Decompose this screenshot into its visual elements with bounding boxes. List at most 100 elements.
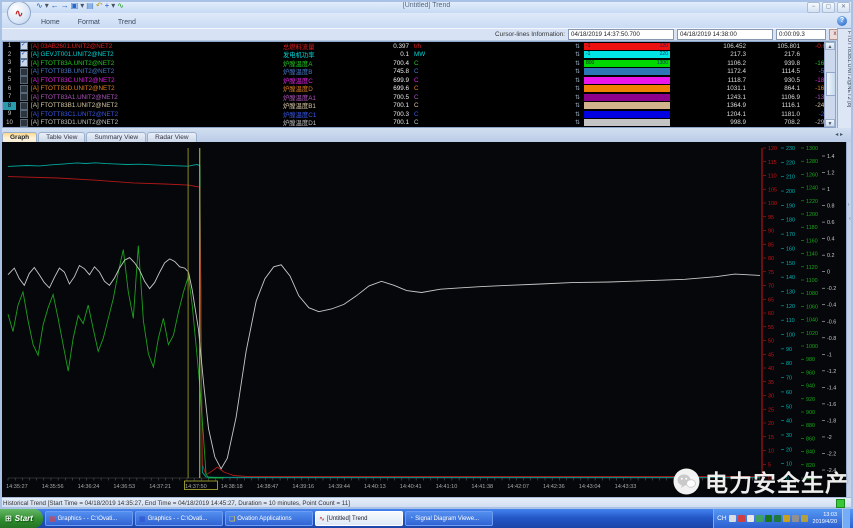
tab-table-view[interactable]: Table View — [38, 132, 85, 142]
y-tick-label: 1200 — [806, 212, 818, 218]
tab-radar-view[interactable]: Radar View — [147, 132, 196, 142]
scale-bar[interactable] — [584, 102, 670, 109]
close-button[interactable]: ✕ — [837, 2, 850, 13]
row-checkbox[interactable] — [20, 68, 28, 76]
scale-icon[interactable]: ⇅ — [571, 77, 584, 84]
table-row[interactable]: 4[A] FTOTT83B.UNIT2@NET2炉膛温度B745.8C⇅1172… — [3, 68, 835, 77]
scale-icon[interactable]: ⇅ — [571, 94, 584, 101]
tab-nav-arrows-icon[interactable]: ◂ ▸ — [835, 131, 843, 138]
table-row[interactable]: 2✓[A] GEVJT001.UNIT2@NET2发电机功率0.1MW⇅-122… — [3, 51, 835, 60]
input-language-indicator[interactable]: CH — [717, 515, 726, 522]
trend-green-icon[interactable]: ∿ — [117, 1, 124, 11]
table-row[interactable]: 6[A] FTOTT83D.UNIT2@NET2炉膛温度D699.6C⇅1031… — [3, 85, 835, 94]
minimize-button[interactable]: − — [807, 2, 820, 13]
row-checkbox[interactable] — [20, 85, 28, 93]
taskbar-button[interactable]: ▦Graphics - - C:\Ovati... — [135, 511, 223, 526]
dropdown-icon[interactable]: ▾ — [45, 1, 49, 11]
add-icon[interactable]: + — [105, 1, 110, 11]
windows-flag-icon: ⊞ — [5, 514, 12, 523]
help-icon[interactable]: ? — [837, 16, 847, 26]
current-value: 0.397 — [365, 43, 409, 50]
row-checkbox[interactable]: ✓ — [20, 51, 28, 59]
tray-printer-icon[interactable] — [729, 515, 736, 522]
forward-arrow-icon[interactable]: → — [61, 1, 69, 11]
y-tick-label: 880 — [806, 423, 815, 429]
ribbon-tab-home[interactable]: Home — [32, 17, 69, 28]
scroll-down-icon[interactable]: ▼ — [825, 119, 835, 127]
table-row[interactable]: 7[A] FTOTT83A1.UNIT2@NET2炉膛温度A1700.5C⇅12… — [3, 93, 835, 102]
scale-bar[interactable] — [584, 94, 670, 101]
scale-max: 1300 — [657, 60, 668, 67]
tray-flag-icon[interactable] — [747, 515, 754, 522]
trend-icon[interactable]: ∿ — [36, 1, 43, 11]
scale-icon[interactable]: ⇅ — [571, 60, 584, 67]
table-row[interactable]: 8[A] FTOTT83B1.UNIT2@NET2炉膛温度B1700.1C⇅13… — [3, 102, 835, 111]
table-scrollbar[interactable]: ▲ ▼ — [824, 42, 835, 127]
tray-orange-icon[interactable] — [783, 515, 790, 522]
start-button[interactable]: ⊞ Start — [0, 509, 43, 528]
scale-bar[interactable] — [584, 111, 670, 118]
right-dock-strip[interactable]: ‹ ‹ ‹ — [846, 142, 853, 497]
ribbon-tab-format[interactable]: Format — [69, 17, 109, 28]
table-row[interactable]: 10[A] FTOTT83D1.UNIT2@NET2炉膛温度D1700.1C⇅9… — [3, 119, 835, 128]
taskbar-button[interactable]: ❏Ovation Applications — [225, 511, 313, 526]
y-tick-label: 1100 — [806, 278, 818, 284]
scrollbar-thumb[interactable] — [826, 72, 836, 96]
row-checkbox[interactable] — [20, 110, 28, 118]
scale-bar[interactable]: -1120 — [584, 43, 670, 50]
y-tick-label: 85 — [768, 242, 774, 248]
cursor1-time-field[interactable]: 04/18/2019 14:37:50.700 — [568, 29, 674, 40]
undo-icon[interactable]: ↶ — [96, 1, 103, 11]
row-checkbox[interactable]: ✓ — [20, 59, 28, 67]
table-row[interactable]: 1✓[A] 03AB2601.UNIT2@NET2总燃料流量0.397t/h⇅-… — [3, 42, 835, 51]
scale-bar[interactable]: -1220 — [584, 51, 670, 58]
trend-icon: ∿ — [319, 515, 325, 523]
report-icon[interactable]: ▤ — [86, 1, 94, 11]
taskbar-button[interactable]: ◔Signal Diagram Viewe... — [405, 511, 493, 526]
scale-bar[interactable]: 800 1300 — [584, 60, 670, 67]
row-checkbox[interactable] — [20, 102, 28, 110]
ribbon-tab-trend[interactable]: Trend — [109, 17, 145, 28]
scale-icon[interactable]: ⇅ — [571, 43, 584, 50]
row-checkbox[interactable]: ✓ — [20, 42, 28, 50]
scale-icon[interactable]: ⇅ — [571, 51, 584, 58]
tray-binoculars-icon[interactable] — [774, 515, 781, 522]
back-arrow-icon[interactable]: ← — [51, 1, 59, 11]
scale-bar[interactable] — [584, 85, 670, 92]
dropdown-icon[interactable]: ▾ — [111, 1, 115, 11]
taskbar-button[interactable]: ▦Graphics - - C:\Ovati... — [45, 511, 133, 526]
tray-red-icon[interactable] — [738, 515, 745, 522]
scale-icon[interactable]: ⇅ — [571, 119, 584, 126]
app-button-trend-logo-icon[interactable]: ∿ — [7, 1, 31, 25]
maximize-button[interactable]: ▢ — [822, 2, 835, 13]
taskbar-button[interactable]: ∿[Untitled] Trend — [315, 511, 403, 526]
row-checkbox[interactable] — [20, 119, 28, 127]
scale-icon[interactable]: ⇅ — [571, 111, 584, 118]
scale-bar[interactable] — [584, 68, 670, 75]
scroll-up-icon[interactable]: ▲ — [825, 42, 835, 50]
scale-bar[interactable] — [584, 77, 670, 84]
tray-gray-icon[interactable] — [792, 515, 799, 522]
tab-summary-view[interactable]: Summary View — [86, 132, 146, 142]
taskbar-clock[interactable]: 13:03 2019/4/20 — [813, 512, 837, 525]
tab-graph[interactable]: Graph — [2, 132, 37, 142]
scale-min: 800 — [586, 60, 594, 67]
row-checkbox[interactable] — [20, 93, 28, 101]
scale-icon[interactable]: ⇅ — [571, 102, 584, 109]
selected-point-side-tab[interactable]: FTOTT83B1.UNIT2@NET2 [8] — [837, 28, 853, 129]
show-desktop-button[interactable] — [842, 509, 850, 528]
tray-dark-green-icon[interactable] — [765, 515, 772, 522]
row-checkbox[interactable] — [20, 76, 28, 84]
table-row[interactable]: 5[A] FTOTT83C.UNIT2@NET2炉膛温度C699.9C⇅1118… — [3, 76, 835, 85]
tray-gold-icon[interactable] — [801, 515, 808, 522]
table-row[interactable]: 3✓[A] FTOTT83A.UNIT2@NET2炉膛温度A700.4C⇅800… — [3, 59, 835, 68]
dropdown-icon[interactable]: ▾ — [80, 1, 84, 11]
table-row[interactable]: 9[A] FTOTT83C1.UNIT2@NET2炉膛温度C1700.3C⇅12… — [3, 110, 835, 119]
tray-green-cube-icon[interactable] — [756, 515, 763, 522]
cursor-delta-field[interactable]: 0:00:09.3 — [776, 29, 826, 40]
scale-icon[interactable]: ⇅ — [571, 68, 584, 75]
scale-bar[interactable] — [584, 119, 670, 126]
cursor2-time-field[interactable]: 04/18/2019 14:38:00 — [677, 29, 773, 40]
window-icon[interactable]: ▣ — [71, 1, 79, 11]
scale-icon[interactable]: ⇅ — [571, 85, 584, 92]
